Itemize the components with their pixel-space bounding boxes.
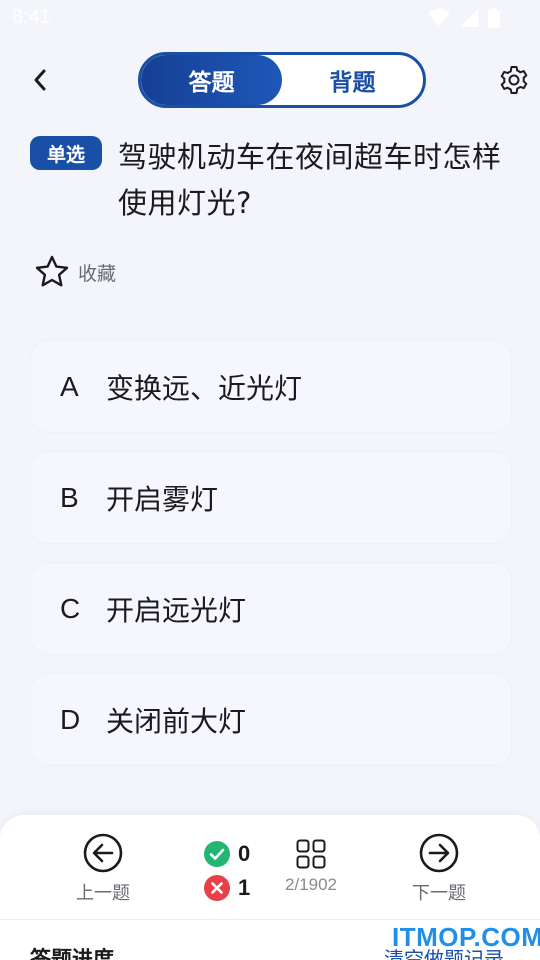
star-icon [35,255,69,287]
correct-count: 0 [238,841,251,866]
battery-icon [488,8,500,28]
favorite-button[interactable]: 收藏 [34,254,116,290]
option-letter: C [60,592,81,624]
arrow-right-circle-icon [419,833,459,873]
status-icons [428,8,500,28]
prev-question-button[interactable]: 上一题 [70,833,136,905]
option-a[interactable]: A 变换远、近光灯 [30,340,512,433]
correct-row: 0 [204,837,250,871]
option-letter: D [60,703,81,735]
wrong-row: 1 [204,871,250,905]
question-grid-button[interactable]: 2/1902 [278,839,344,895]
tab-answer[interactable]: 答题 [141,55,282,105]
option-text: 关闭前大灯 [106,704,247,738]
next-label: 下一题 [412,883,466,904]
check-circle-icon [204,841,230,867]
option-c[interactable]: C 开启远光灯 [30,562,512,655]
gear-icon [500,66,528,94]
divider [0,919,540,920]
arrow-left-circle-icon [83,833,123,873]
watermark-logo: ITMOP.COM [392,922,540,952]
status-bar: 8:41 [0,0,540,36]
cross-circle-icon [204,875,230,901]
status-time: 8:41 [12,6,51,28]
back-button[interactable] [24,62,56,98]
grid-icon [296,839,326,869]
option-letter: A [60,370,79,402]
settings-button[interactable] [498,64,530,96]
progress-count: 2/1902 [285,875,337,894]
progress-title: 答题进度 [30,947,114,960]
option-text: 开启远光灯 [106,593,247,627]
signal-icon [460,9,478,27]
option-letter: B [60,481,79,513]
options-list: A 变换远、近光灯 B 开启雾灯 C 开启远光灯 D 关闭前大灯 [30,340,512,784]
chevron-left-icon [34,69,46,91]
option-text: 开启雾灯 [106,482,219,516]
question-text: 驾驶机动车在夜间超车时怎样使用灯光? [118,140,502,220]
option-text: 变换远、近光灯 [106,371,303,405]
prev-label: 上一题 [76,883,130,904]
wifi-icon [428,9,450,26]
score-summary: 0 1 [204,837,250,905]
option-d[interactable]: D 关闭前大灯 [30,673,512,766]
favorite-label: 收藏 [78,262,117,285]
wrong-count: 1 [238,875,251,900]
next-question-button[interactable]: 下一题 [404,833,474,905]
mode-toggle: 答题 背题 [138,52,426,108]
tab-memorize[interactable]: 背题 [282,55,423,105]
question-type-badge: 单选 [30,136,102,170]
option-b[interactable]: B 开启雾灯 [30,451,512,544]
